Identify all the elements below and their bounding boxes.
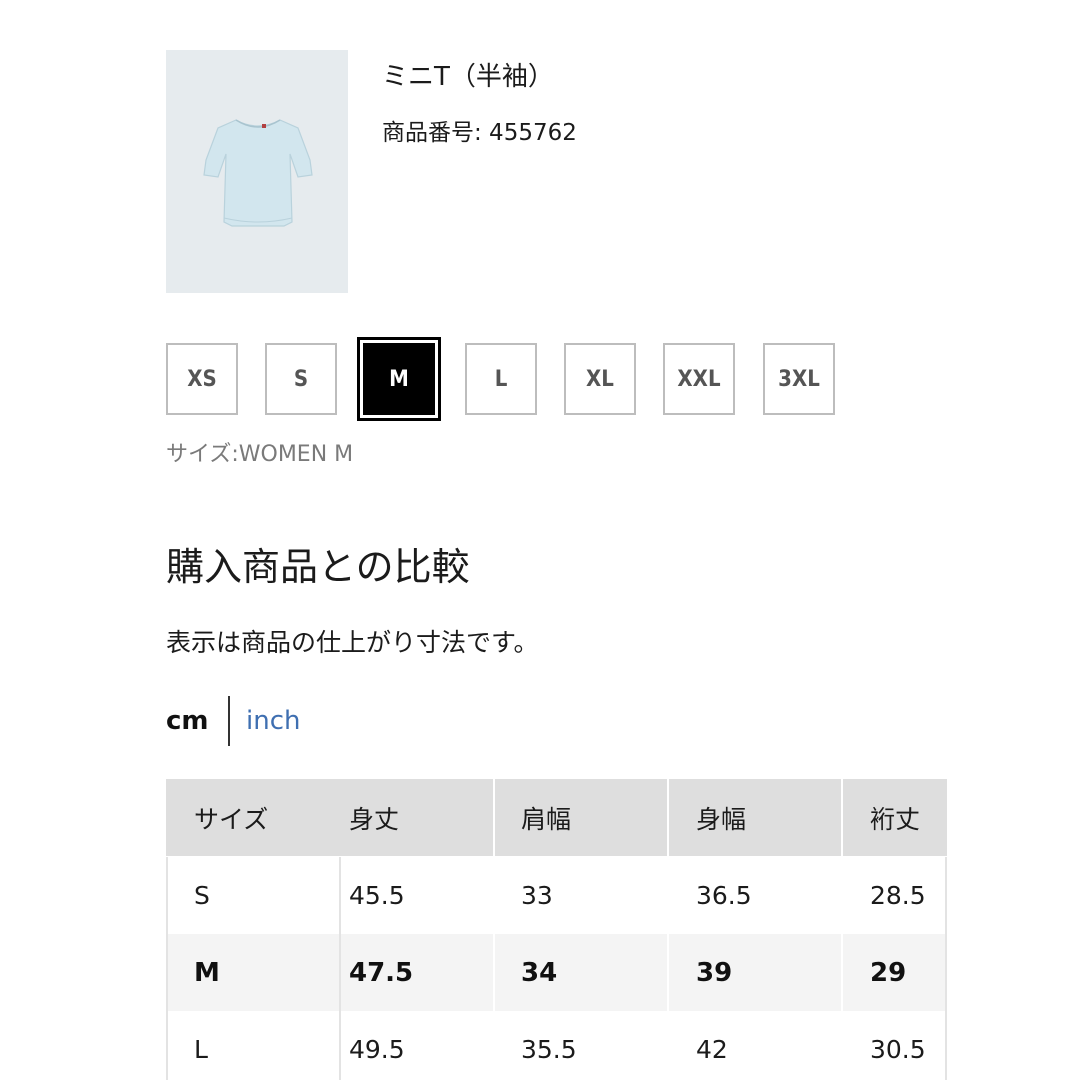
table-cell: 47.5 xyxy=(349,957,414,988)
table-header-row: サイズ 身丈 肩幅 身幅 裄丈 xyxy=(166,779,947,856)
table-header-cell: 身幅 xyxy=(696,804,747,834)
table-cell: 39 xyxy=(696,957,733,988)
size-chip-xs[interactable]: XS xyxy=(166,343,238,415)
column-divider xyxy=(667,857,669,1080)
unit-inch-link[interactable]: inch xyxy=(246,706,300,736)
header-divider xyxy=(667,779,669,857)
table-cell: 34 xyxy=(521,957,558,988)
size-chip-s[interactable]: S xyxy=(265,343,337,415)
product-name: ミニT（半袖） xyxy=(382,62,554,92)
header-divider xyxy=(841,779,843,857)
table-cell: L xyxy=(194,1035,208,1064)
table-cell: 49.5 xyxy=(349,1035,405,1064)
comparison-title: 購入商品との比較 xyxy=(166,545,470,589)
size-chip-l[interactable]: L xyxy=(465,343,537,415)
tshirt-icon xyxy=(203,119,313,227)
size-chip-xxl[interactable]: XXL xyxy=(663,343,735,415)
table-cell: 45.5 xyxy=(349,881,405,910)
table-cell: 30.5 xyxy=(870,1035,926,1064)
product-thumbnail xyxy=(166,50,348,293)
table-cell: 29 xyxy=(870,957,907,988)
column-divider xyxy=(841,857,843,1080)
selected-size-caption: サイズ:WOMEN M xyxy=(166,442,354,467)
unit-divider xyxy=(228,696,230,746)
column-divider xyxy=(339,857,341,1080)
table-header-cell: 裄丈 xyxy=(870,804,921,834)
table-cell: S xyxy=(194,881,210,910)
table-row: S 45.5 33 36.5 28.5 xyxy=(166,857,947,934)
table-header-cell: 身丈 xyxy=(349,804,400,834)
table-cell: 35.5 xyxy=(521,1035,577,1064)
product-code: 商品番号: 455762 xyxy=(382,120,577,146)
table-row: L 49.5 35.5 42 30.5 xyxy=(166,1011,947,1091)
dimension-note: 表示は商品の仕上がり寸法です。 xyxy=(166,628,539,657)
table-cell: M xyxy=(194,957,220,988)
unit-cm-label: cm xyxy=(166,706,209,736)
table-right-border xyxy=(945,857,947,1080)
table-cell: 36.5 xyxy=(696,881,752,910)
size-chip-xl[interactable]: XL xyxy=(564,343,636,415)
table-cell: 28.5 xyxy=(870,881,926,910)
table-cell: 42 xyxy=(696,1035,728,1064)
size-chip-3xl[interactable]: 3XL xyxy=(763,343,835,415)
table-left-border xyxy=(166,857,168,1080)
size-chip-m[interactable]: M xyxy=(357,337,441,421)
column-divider xyxy=(493,857,495,1080)
table-cell: 33 xyxy=(521,881,553,910)
table-header-cell: 肩幅 xyxy=(521,804,572,834)
table-header-cell: サイズ xyxy=(194,804,269,834)
table-row-highlighted: M 47.5 34 39 29 xyxy=(166,934,947,1011)
header-divider xyxy=(493,779,495,857)
